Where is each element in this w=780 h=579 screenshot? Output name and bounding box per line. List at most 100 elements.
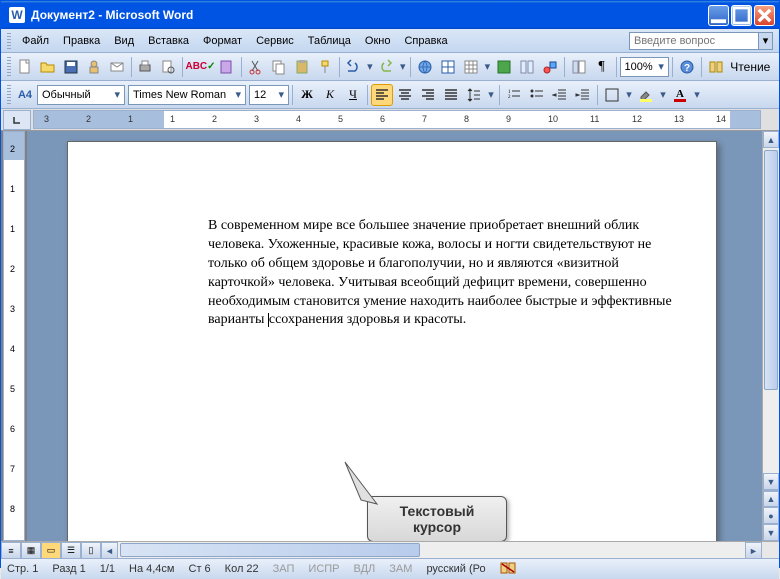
reading-layout-button[interactable]: Чтение [728,56,773,78]
redo-dropdown[interactable]: ▾ [398,56,407,78]
status-trk[interactable]: ИСПР [308,563,339,575]
status-ovr[interactable]: ЗАМ [389,563,412,575]
drawing-button[interactable] [539,56,561,78]
cut-button[interactable] [245,56,267,78]
line-spacing-dropdown[interactable]: ▾ [486,84,496,106]
menu-window[interactable]: Окно [358,32,398,50]
menu-format[interactable]: Формат [196,32,249,50]
spellcheck-button[interactable]: ABC✓ [186,56,214,78]
horizontal-scroll-row: ≡ ▦ ▭ ☰ ▯ ◄ ► [1,541,779,558]
table-dropdown[interactable]: ▾ [483,56,492,78]
permissions-button[interactable] [83,56,105,78]
hyperlink-button[interactable] [414,56,436,78]
print-preview-button[interactable] [157,56,179,78]
highlight-button[interactable] [635,84,657,106]
scroll-right-button[interactable]: ► [745,542,762,559]
undo-dropdown[interactable]: ▾ [365,56,374,78]
font-size-combo[interactable]: 12 ▾ [249,85,289,105]
maximize-button[interactable] [731,5,752,26]
columns-button[interactable] [516,56,538,78]
menu-tools[interactable]: Сервис [249,32,301,50]
undo-button[interactable] [342,56,364,78]
hscroll-thumb[interactable] [120,543,420,557]
menu-edit[interactable]: Правка [56,32,107,50]
scroll-left-button[interactable]: ◄ [101,542,118,559]
document-area[interactable]: В современном мире все большее значение … [27,131,762,541]
menu-file[interactable]: Файл [15,32,56,50]
help-button[interactable]: ? [676,56,698,78]
print-button[interactable] [134,56,156,78]
insert-table-button[interactable] [460,56,482,78]
email-button[interactable] [106,56,128,78]
normal-view-button[interactable]: ≡ [1,542,21,559]
prev-page-button[interactable]: ▲ [763,490,779,507]
web-view-button[interactable]: ▦ [21,542,41,559]
select-browse-button[interactable]: ● [763,507,779,524]
increase-indent-button[interactable] [572,84,594,106]
vertical-scrollbar[interactable]: ▲ ▼ ▲ ● ▼ [762,131,779,541]
vscroll-thumb[interactable] [764,150,778,390]
status-book-icon[interactable] [500,562,516,577]
tables-borders-button[interactable] [437,56,459,78]
menu-insert[interactable]: Вставка [141,32,196,50]
document-text[interactable]: В современном мире все большее значение … [208,217,678,330]
menu-view[interactable]: Вид [107,32,141,50]
align-center-button[interactable] [394,84,416,106]
next-page-button[interactable]: ▼ [763,524,779,541]
excel-button[interactable] [493,56,515,78]
status-language[interactable]: русский (Ро [426,563,485,575]
align-right-button[interactable] [417,84,439,106]
close-button[interactable] [754,5,775,26]
hscroll-track[interactable] [118,542,745,558]
horizontal-ruler[interactable]: 3211234567891011121314 [33,110,761,129]
borders-button[interactable] [601,84,623,106]
print-layout-view-button[interactable]: ▭ [41,542,61,559]
zoom-combo[interactable]: 100% ▾ [620,57,669,77]
vertical-ruler[interactable]: 2112345678 [3,131,25,541]
copy-button[interactable] [268,56,290,78]
menu-help[interactable]: Справка [397,32,454,50]
status-rec[interactable]: ЗАП [273,563,295,575]
align-justify-button[interactable] [440,84,462,106]
bullet-list-button[interactable] [526,84,548,106]
menu-table[interactable]: Таблица [301,32,358,50]
styles-pane-button[interactable]: A4 [14,84,36,106]
open-button[interactable] [37,56,59,78]
redo-button[interactable] [375,56,397,78]
borders-dropdown[interactable]: ▾ [624,84,634,106]
align-left-button[interactable] [371,84,393,106]
decrease-indent-button[interactable] [549,84,571,106]
numbered-list-button[interactable]: 12 [503,84,525,106]
status-ext[interactable]: ВДЛ [354,563,376,575]
help-search-input[interactable] [629,32,759,50]
minimize-button[interactable] [708,5,729,26]
vscroll-track[interactable] [763,148,779,473]
scroll-up-button[interactable]: ▲ [763,131,779,148]
bold-button[interactable]: Ж [296,84,318,106]
scroll-down-button[interactable]: ▼ [763,473,779,490]
font-color-dropdown[interactable]: ▾ [692,84,702,106]
font-combo[interactable]: Times New Roman ▾ [128,85,246,105]
new-doc-button[interactable] [14,56,36,78]
style-combo[interactable]: Обычный ▾ [37,85,125,105]
underline-button[interactable]: Ч [342,84,364,106]
menu-grip[interactable] [7,33,11,49]
paste-button[interactable] [291,56,313,78]
font-color-button[interactable]: A [669,84,691,106]
help-search-dropdown[interactable]: ▾ [759,32,773,50]
reading-layout-icon[interactable] [705,56,727,78]
highlight-dropdown[interactable]: ▾ [658,84,668,106]
show-formatting-button[interactable]: ¶ [591,56,613,78]
tab-selector[interactable] [3,110,31,130]
italic-button[interactable]: К [319,84,341,106]
toolbar-grip[interactable] [7,57,11,77]
line-spacing-button[interactable] [463,84,485,106]
save-button[interactable] [60,56,82,78]
callout: Текстовый курсор [367,496,507,541]
format-painter-button[interactable] [314,56,336,78]
reading-view-button[interactable]: ▯ [81,542,101,559]
toolbar-grip-2[interactable] [7,85,11,105]
doc-map-button[interactable] [568,56,590,78]
research-button[interactable] [216,56,238,78]
outline-view-button[interactable]: ☰ [61,542,81,559]
